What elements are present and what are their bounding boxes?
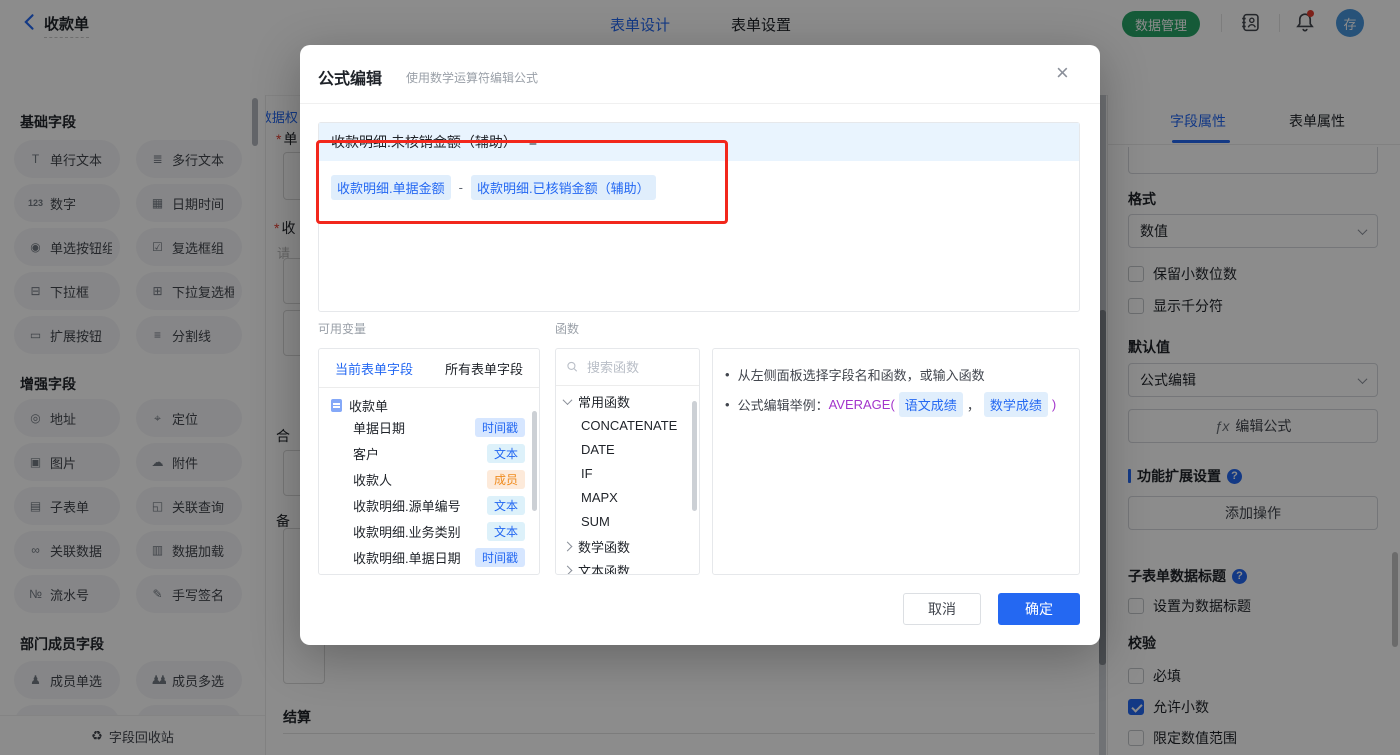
variable-row[interactable]: 收款人 成员 [319,467,539,492]
variable-name: 收款明细.单据日期 [353,551,461,566]
functions-label: 函数 [555,322,580,336]
hint-text: 从左侧面板选择字段名和函数，或输入函数 [737,368,985,383]
function-group-label: 数学函数 [578,539,631,555]
function-search-row [556,349,699,386]
function-group-label: 文本函数 [578,563,631,575]
document-icon [331,399,342,412]
modal-subtitle: 使用数学运算符编辑公式 [406,71,539,85]
variable-row[interactable]: 收款明细.业务类别 文本 [319,519,539,544]
variable-name: 收款人 [353,473,393,488]
function-item[interactable]: MAPX [556,485,699,509]
hint-line-2: 公式编辑举例： AVERAGE( 语文成绩 ， 数学成绩 ) [725,392,1056,417]
hint-comma: ， [966,398,980,413]
function-name: IF [581,465,593,481]
field-type-badge: 文本 [486,496,525,515]
function-group-common[interactable]: 常用函数 [556,389,699,413]
close-icon[interactable]: × [1056,62,1069,84]
function-item[interactable]: IF [556,461,699,485]
hint-example-prefix: 公式编辑举例： [737,398,829,413]
cancel-button[interactable]: 取消 [903,593,981,625]
hint-panel: 从左侧面板选择字段名和函数，或输入函数 公式编辑举例： AVERAGE( 语文成… [712,348,1080,575]
variable-name: 客户 [353,447,380,462]
variables-panel: 当前表单字段 所有表单字段 收款单 单据日期 时间戳 客户 文本 收款人 成员 收款明… [318,348,540,575]
function-search-input[interactable] [585,358,689,376]
function-group-text[interactable]: 文本函数 [556,558,699,575]
formula-edit-modal: 公式编辑 使用数学运算符编辑公式 × 收款明细.未核销金额（辅助） = 收款明细… [300,45,1100,645]
variables-label: 可用变量 [318,322,367,336]
function-name: DATE [581,441,615,457]
variable-row[interactable]: 单据日期 时间戳 [319,415,539,440]
chevron-down-icon [562,394,573,405]
variable-name: 收款明细.业务类别 [353,525,461,540]
formula-operand-chip[interactable]: 收款明细.单据金额 [331,175,451,200]
variable-name: 收款明细.源单编号 [353,499,461,514]
hint-line-1: 从左侧面板选择字段名和函数，或输入函数 [725,365,985,384]
variable-row[interactable]: 收款明细.单据日期 时间戳 [319,545,539,570]
variables-tabs: 当前表单字段 所有表单字段 [319,349,539,388]
equals-sign: = [528,134,538,150]
modal-header-divider [300,103,1100,104]
variables-tree-root[interactable]: 收款单 [331,396,388,415]
functions-scrollbar-thumb[interactable] [692,401,697,511]
minus-operator: - [458,180,463,195]
function-name: MAPX [581,489,618,505]
function-name: CONCATENATE [581,417,678,433]
function-item[interactable]: SUM [556,509,699,533]
variable-name: 单据日期 [353,421,406,436]
formula-target-row: 收款明细.未核销金额（辅助） = [319,123,1079,161]
hint-arg-chip: 数学成绩 [983,392,1048,417]
function-item[interactable]: DATE [556,437,699,461]
formula-expression-row[interactable]: 收款明细.单据金额 - 收款明细.已核销金额（辅助） [319,161,1079,214]
variable-row[interactable]: 客户 文本 [319,441,539,466]
variable-row[interactable]: 收款明细.源单编号 文本 [319,493,539,518]
formula-editor[interactable]: 收款明细.未核销金额（辅助） = 收款明细.单据金额 - 收款明细.已核销金额（… [318,122,1080,312]
field-type-badge: 时间戳 [474,418,525,437]
function-name: SUM [581,513,610,529]
tab-current-form-fields[interactable]: 当前表单字段 [319,359,429,378]
function-item[interactable]: CONCATENATE [556,413,699,437]
confirm-button[interactable]: 确定 [998,593,1080,625]
variables-scrollbar-thumb[interactable] [532,411,537,511]
field-type-badge: 文本 [486,522,525,541]
hint-close-paren: ) [1051,397,1057,412]
hint-function-name: AVERAGE( [828,397,895,412]
search-icon [567,361,578,372]
field-type-badge: 成员 [486,470,525,489]
field-type-badge: 文本 [486,444,525,463]
tab-all-form-fields[interactable]: 所有表单字段 [429,359,539,378]
functions-panel: 常用函数 CONCATENATE DATE IF MAPX SUM 数学函数 文… [555,348,700,575]
formula-target: 收款明细.未核销金额（辅助） [331,134,517,150]
chevron-right-icon [562,541,573,551]
chevron-right-icon [562,565,573,574]
function-group-math[interactable]: 数学函数 [556,534,699,558]
modal-title: 公式编辑 [318,71,383,88]
tree-root-label: 收款单 [349,399,389,414]
formula-operand-chip[interactable]: 收款明细.已核销金额（辅助） [470,175,656,200]
hint-arg-chip: 语文成绩 [898,392,963,417]
function-group-label: 常用函数 [578,394,631,410]
field-type-badge: 时间戳 [474,548,525,567]
